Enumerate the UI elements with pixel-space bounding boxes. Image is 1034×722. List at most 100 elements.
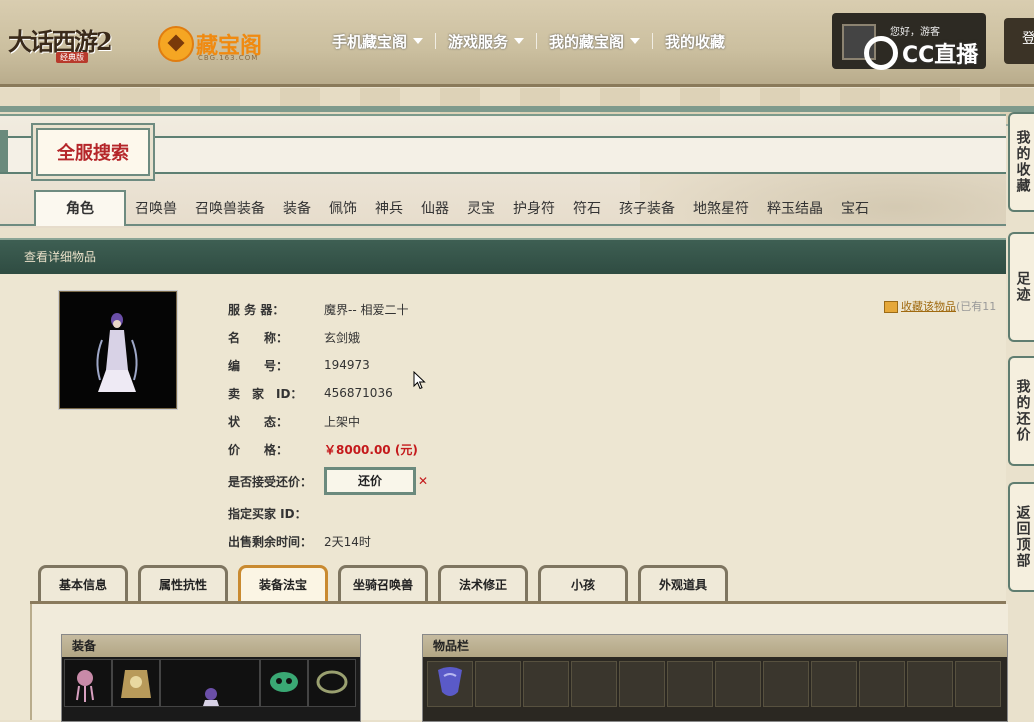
field-server: 服 务 器： 魔界-- 相爱二十 (228, 295, 428, 323)
search-title-bar (0, 136, 1006, 174)
counter-offer-button[interactable]: 还价 (324, 467, 416, 495)
field-label: 指定买家 ID： (228, 506, 307, 521)
sidebar-footprints[interactable]: 足迹 (1008, 232, 1034, 342)
chevron-down-icon (514, 38, 525, 44)
category-tab[interactable]: 神兵 (366, 192, 412, 226)
nav-mobile-cbg[interactable]: 手机藏宝阁 (320, 31, 435, 52)
category-tab[interactable]: 护身符 (504, 192, 564, 226)
nav-my-favorites[interactable]: 我的收藏 (653, 31, 737, 52)
tab-basic-info[interactable]: 基本信息 (38, 565, 128, 601)
frame-cap (0, 130, 8, 172)
game-logo-sub: 经典版 (56, 52, 88, 63)
nav-my-cbg[interactable]: 我的藏宝阁 (537, 31, 652, 52)
chevron-down-icon (413, 38, 424, 44)
field-number: 编 号： 194973 (228, 351, 428, 379)
field-value: 456871036 (324, 386, 393, 400)
tab-attributes[interactable]: 属性抗性 (138, 565, 228, 601)
field-label: 服 务 器： (228, 302, 285, 317)
field-remaining-time: 出售剩余时间： 2天14时 (228, 527, 428, 555)
ornament-icon (76, 670, 94, 702)
mask-icon (270, 672, 298, 692)
inventory-panel: 物品栏 (422, 634, 1008, 722)
category-tab[interactable]: 召唤兽装备 (186, 192, 274, 226)
tab-equipment[interactable]: 装备法宝 (238, 565, 328, 601)
nav-label: 游戏服务 (448, 32, 509, 51)
cc-live-watermark: CC直播 (864, 36, 978, 70)
tab-appearance[interactable]: 外观道具 (638, 565, 728, 601)
inventory-cell[interactable] (619, 661, 665, 707)
price-value: ￥8000.00 (元) (324, 442, 418, 457)
field-value: 2天14时 (324, 534, 371, 549)
field-value: 魔界-- 相爱二十 (324, 302, 409, 317)
category-tab[interactable]: 角色 (34, 190, 126, 226)
scarf-icon (438, 667, 462, 696)
field-value: 194973 (324, 358, 370, 372)
field-name: 名 称： 玄剑娥 (228, 323, 428, 351)
inventory-cell[interactable] (523, 661, 569, 707)
login-button[interactable]: 登 (1004, 18, 1034, 64)
search-title: 全服搜索 (36, 128, 150, 176)
main-nav: 手机藏宝阁 游戏服务 我的藏宝阁 我的收藏 (320, 28, 737, 54)
category-tab[interactable]: 佩饰 (320, 192, 366, 226)
favorite-label: 收藏该物品 (901, 300, 956, 313)
category-tab[interactable]: 召唤兽 (126, 192, 186, 226)
category-tab[interactable]: 地煞星符 (684, 192, 758, 226)
category-tab[interactable]: 灵宝 (458, 192, 504, 226)
detail-tabs: 基本信息 属性抗性 装备法宝 坐骑召唤兽 法术修正 小孩 外观道具 (38, 565, 738, 601)
tab-children[interactable]: 小孩 (538, 565, 628, 601)
cbg-logo-icon (158, 26, 194, 62)
nav-label: 我的藏宝阁 (549, 32, 625, 51)
inventory-cell[interactable] (427, 661, 473, 707)
inventory-cell[interactable] (715, 661, 761, 707)
inventory-panel-title: 物品栏 (423, 635, 1007, 657)
category-tab[interactable]: 孩子装备 (610, 192, 684, 226)
field-label: 编 号： (228, 358, 289, 373)
site-logo-en: CBG.163.COM (198, 54, 259, 62)
field-label: 状 态： (228, 414, 289, 429)
sidebar-label: 我的还价 (1014, 379, 1031, 443)
armor-icon (121, 670, 151, 698)
sidebar-back-to-top[interactable]: 返回顶部 (1008, 482, 1034, 592)
inventory-cell[interactable] (667, 661, 713, 707)
nav-divider (652, 33, 654, 49)
equip-slot[interactable] (308, 659, 356, 707)
category-tab[interactable]: 宝石 (832, 192, 878, 226)
category-tab[interactable]: 粹玉结晶 (758, 192, 832, 226)
inventory-grid (427, 661, 1001, 707)
field-counter-offer: 是否接受还价： 还价 ✕ (228, 463, 428, 499)
inventory-cell[interactable] (907, 661, 953, 707)
category-tab[interactable]: 装备 (274, 192, 320, 226)
sidebar-my-favorites[interactable]: 我的收藏 (1008, 112, 1034, 212)
folder-icon (884, 301, 898, 313)
field-status: 状 态： 上架中 (228, 407, 428, 435)
tab-spell-mods[interactable]: 法术修正 (438, 565, 528, 601)
tab-mounts-pets[interactable]: 坐骑召唤兽 (338, 565, 428, 601)
nav-label: 手机藏宝阁 (332, 32, 408, 51)
decor-stripe (0, 106, 1034, 112)
sidebar-label: 返回顶部 (1014, 505, 1031, 569)
sidebar-my-counteroffers[interactable]: 我的还价 (1008, 356, 1034, 466)
inventory-cell[interactable] (571, 661, 617, 707)
close-icon: ✕ (418, 474, 429, 488)
mouse-cursor-icon (413, 371, 426, 390)
equip-slot[interactable] (64, 659, 112, 707)
inventory-cell[interactable] (859, 661, 905, 707)
nav-game-service[interactable]: 游戏服务 (436, 31, 536, 52)
category-tab[interactable]: 符石 (564, 192, 610, 226)
category-tab[interactable]: 仙器 (412, 192, 458, 226)
equip-slot[interactable] (112, 659, 160, 707)
favorite-link[interactable]: 收藏该物品(已有11 (884, 298, 996, 314)
game-logo[interactable]: 大话西游2 经典版 (8, 22, 128, 63)
equip-slot[interactable] (260, 659, 308, 707)
field-label: 卖 家 ID： (228, 386, 303, 401)
inventory-cell[interactable] (763, 661, 809, 707)
nav-divider (435, 33, 437, 49)
field-designated-buyer: 指定买家 ID： (228, 499, 428, 527)
inventory-cell[interactable] (811, 661, 857, 707)
sidebar-label: 我的收藏 (1014, 130, 1031, 194)
chevron-down-icon (630, 38, 641, 44)
inventory-cell[interactable] (955, 661, 1001, 707)
inventory-cell[interactable] (475, 661, 521, 707)
character-figure-icon (96, 313, 138, 392)
nav-divider (536, 33, 538, 49)
